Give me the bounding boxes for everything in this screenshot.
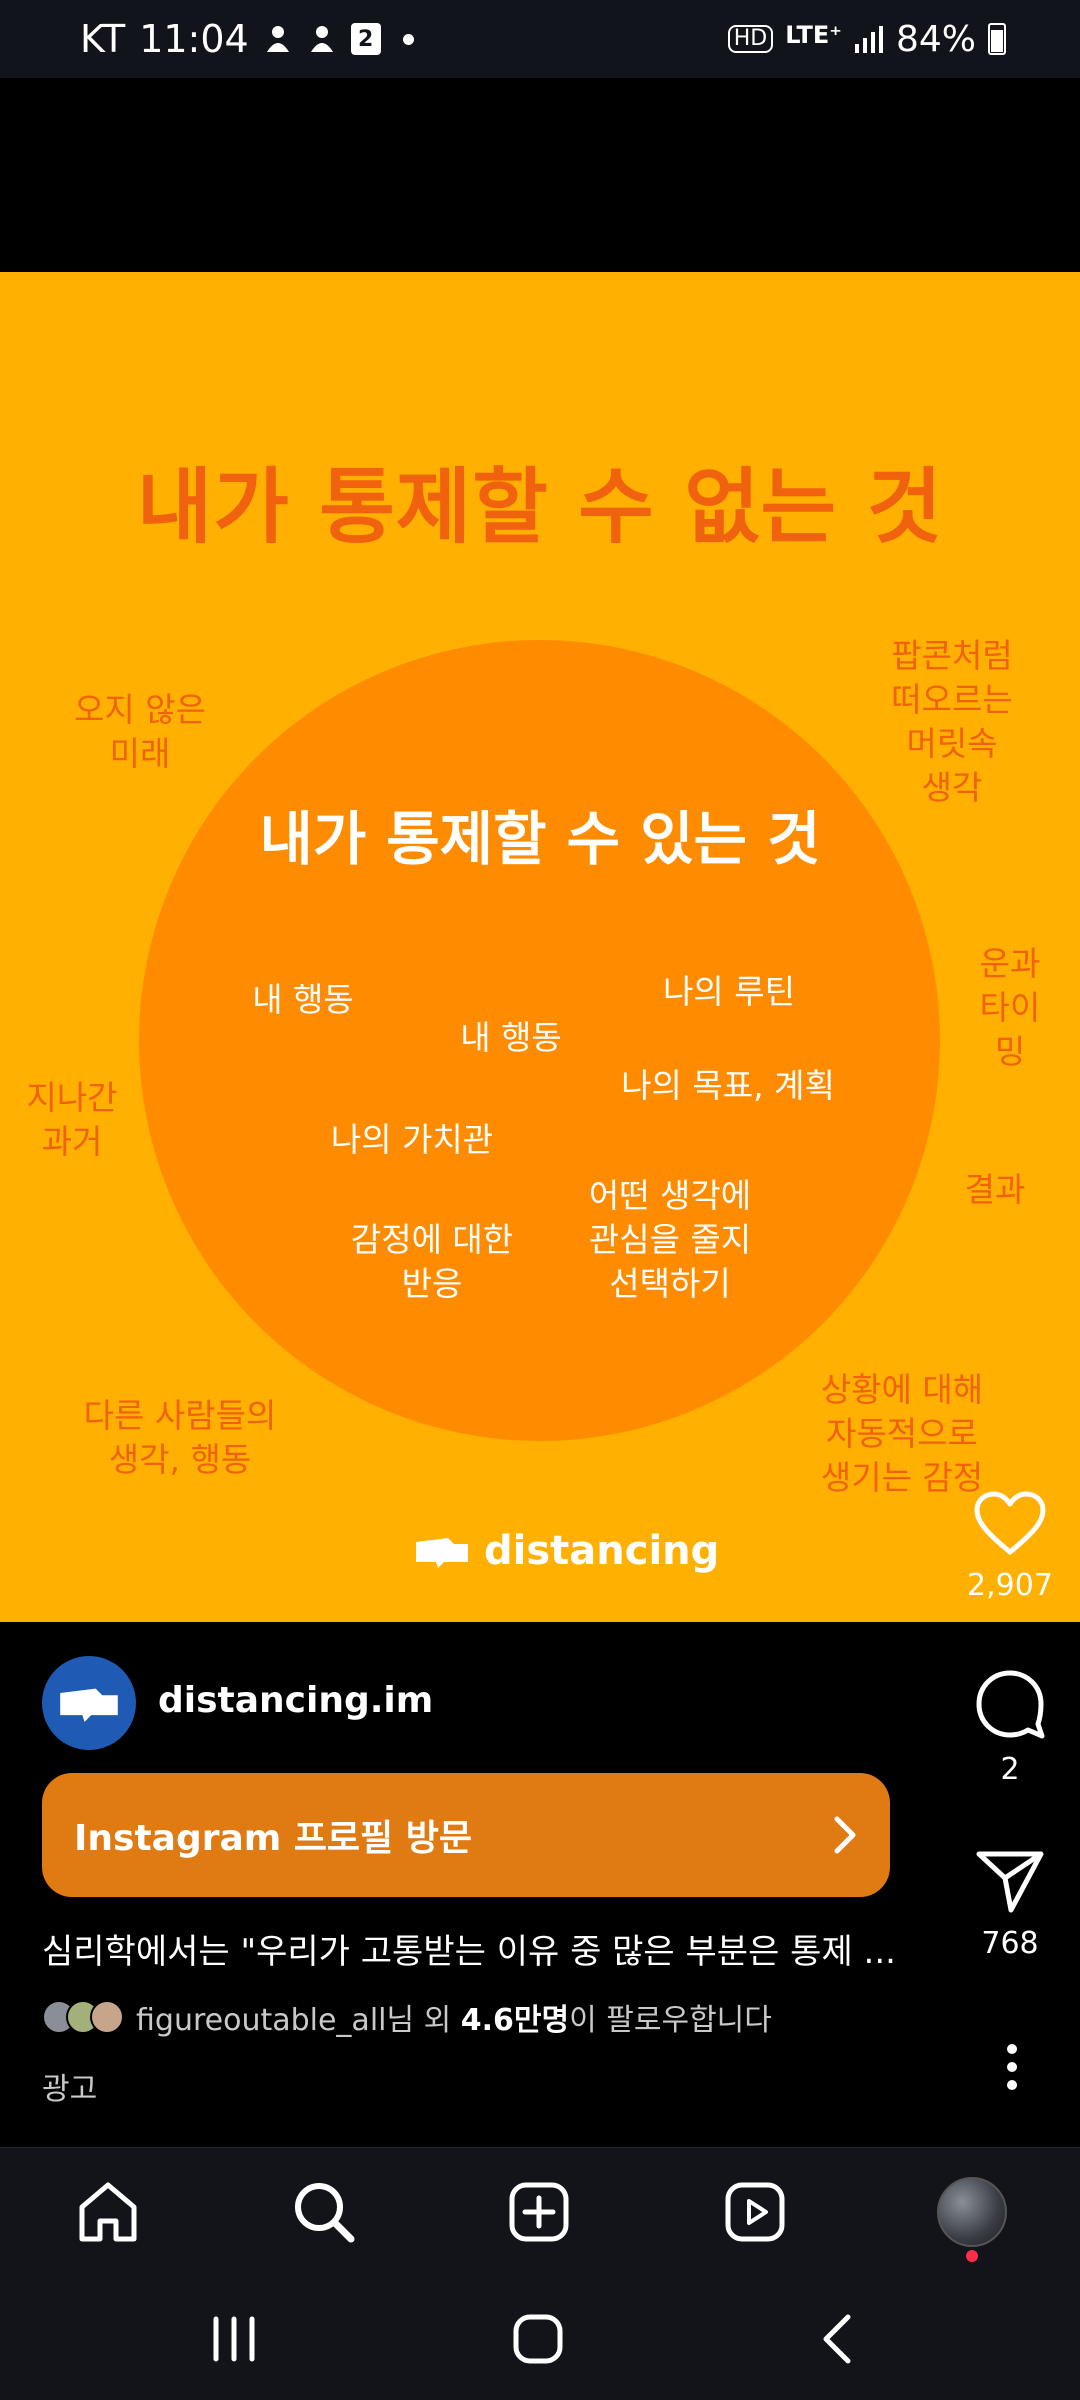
inner-item: 어떤 생각에 관심을 줄지 선택하기 bbox=[588, 1176, 752, 1303]
inner-item: 감정에 대한 반응 bbox=[350, 1220, 514, 1303]
author-avatar[interactable] bbox=[42, 1656, 136, 1750]
post-caption[interactable]: 심리학에서는 "우리가 고통받는 이유 중 많은 부분은 통제 ... bbox=[42, 1924, 922, 1973]
comment-icon[interactable] bbox=[974, 1668, 1046, 1740]
outer-item: 지나간 과거 bbox=[26, 1078, 118, 1161]
nav-home[interactable] bbox=[72, 2176, 144, 2248]
app-notification-icon bbox=[266, 26, 289, 52]
followed-by-row[interactable]: figureoutable_all님 외 4.6만명이 팔로우합니다 bbox=[42, 1995, 772, 2039]
chevron-right-icon bbox=[834, 1816, 856, 1854]
followed-by-text: figureoutable_all님 외 4.6만명이 팔로우합니다 bbox=[136, 1995, 772, 2039]
status-bar: KT 11:04 2 HD LTE⁺ 84% bbox=[0, 0, 1080, 78]
comment-count: 2 bbox=[1000, 1752, 1020, 1787]
notification-dot bbox=[966, 2250, 978, 2262]
follower-avatar bbox=[90, 2000, 124, 2034]
recent-apps-icon[interactable] bbox=[202, 2307, 266, 2371]
send-icon[interactable] bbox=[975, 1848, 1045, 1914]
followed-by-end: 이 팔로우합니다 bbox=[569, 2003, 772, 2038]
share-count: 768 bbox=[981, 1926, 1039, 1961]
battery-percent: 84% bbox=[895, 18, 976, 60]
bottom-nav bbox=[0, 2147, 1080, 2275]
clock: 11:04 bbox=[139, 17, 249, 61]
more-notifications-dot bbox=[402, 33, 414, 45]
nav-search[interactable] bbox=[288, 2176, 360, 2248]
like-action[interactable]: 2,907 bbox=[940, 1490, 1080, 1603]
more-options-icon[interactable] bbox=[1002, 2042, 1022, 2092]
signal-icon bbox=[854, 26, 883, 53]
nav-create[interactable] bbox=[503, 2176, 575, 2248]
comment-action[interactable]: 2 bbox=[940, 1668, 1080, 1787]
sponsored-label: 광고 bbox=[42, 2072, 98, 2107]
inner-item: 내 행동 bbox=[252, 980, 354, 1019]
home-button-icon[interactable] bbox=[506, 2307, 570, 2371]
network-type: LTE⁺ bbox=[785, 21, 842, 49]
reels-icon[interactable] bbox=[724, 2181, 786, 2243]
battery-icon bbox=[988, 23, 1006, 55]
cta-label: Instagram 프로필 방문 bbox=[74, 1818, 472, 1859]
like-count: 2,907 bbox=[967, 1568, 1053, 1603]
outer-item: 다른 사람들의 생각, 행동 bbox=[83, 1396, 277, 1479]
home-icon[interactable] bbox=[76, 2181, 140, 2243]
inner-item: 나의 루틴 bbox=[663, 972, 795, 1011]
nav-profile[interactable] bbox=[936, 2176, 1008, 2248]
share-action[interactable]: 768 bbox=[940, 1848, 1080, 1961]
brand-watermark: distancing bbox=[414, 1528, 719, 1574]
status-left: KT 11:04 2 bbox=[80, 14, 414, 64]
outer-item: 운과 타이밍 bbox=[979, 944, 1041, 1071]
status-right: HD LTE⁺ 84% bbox=[727, 14, 1006, 64]
followed-by-mid: 님 외 bbox=[386, 2003, 461, 2038]
brand-name: distancing bbox=[484, 1528, 720, 1574]
distancing-logo-icon bbox=[60, 1688, 118, 1722]
calendar-icon: 2 bbox=[350, 23, 381, 55]
author-username[interactable]: distancing.im bbox=[158, 1680, 433, 1721]
follower-count: 4.6만명 bbox=[460, 2003, 570, 2038]
inner-item: 나의 목표, 계획 bbox=[621, 1066, 835, 1105]
follower-name: figureoutable_all bbox=[136, 2003, 387, 2038]
outer-title: 내가 통제할 수 없는 것 bbox=[136, 460, 944, 555]
app-notification-icon bbox=[310, 26, 333, 52]
outer-item: 결과 bbox=[964, 1170, 1026, 1209]
search-icon[interactable] bbox=[292, 2180, 356, 2244]
nav-reels[interactable] bbox=[719, 2176, 791, 2248]
system-navigation-bar bbox=[0, 2275, 1080, 2400]
visit-profile-button[interactable]: Instagram 프로필 방문 bbox=[42, 1773, 890, 1897]
back-icon[interactable] bbox=[808, 2307, 872, 2371]
carrier-label: KT bbox=[80, 17, 126, 61]
inner-item: 나의 가치관 bbox=[330, 1120, 494, 1159]
distancing-logo-icon bbox=[416, 1538, 468, 1568]
create-icon[interactable] bbox=[508, 2181, 570, 2243]
follower-avatars bbox=[42, 2000, 124, 2034]
outer-item: 팝콘처럼 떠오르는 머릿속 생각 bbox=[891, 636, 1013, 807]
outer-item: 오지 않은 미래 bbox=[74, 690, 206, 773]
post-image[interactable]: 내가 통제할 수 없는 것 내가 통제할 수 있는 것 내 행동 내 행동 나의… bbox=[0, 272, 1080, 1622]
outer-item: 상황에 대해 자동적으로 생기는 감정 bbox=[820, 1370, 984, 1497]
profile-avatar[interactable] bbox=[937, 2177, 1007, 2247]
hd-voice-icon: HD bbox=[727, 25, 774, 53]
heart-icon[interactable] bbox=[973, 1490, 1047, 1556]
inner-item: 내 행동 bbox=[460, 1018, 562, 1057]
